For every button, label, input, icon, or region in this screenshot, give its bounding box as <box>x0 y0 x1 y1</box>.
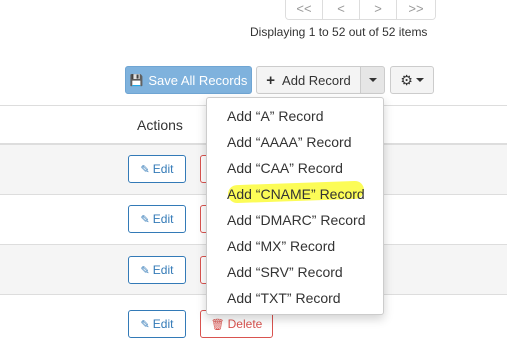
plus-icon: + <box>266 71 276 89</box>
pencil-icon: ✎ <box>140 213 150 226</box>
caret-down-icon <box>368 78 377 82</box>
trash-icon: 🗑 <box>210 318 225 331</box>
dns-zone-editor: << < > >> Displaying 1 to 52 out of 52 i… <box>0 0 507 345</box>
add-record-menu <box>206 97 384 315</box>
gear-icon: ⚙ <box>400 71 413 88</box>
pencil-icon: ✎ <box>140 163 150 176</box>
pencil-icon: ✎ <box>140 264 150 277</box>
edit-button[interactable]: ✎ Edit <box>128 155 186 183</box>
menu-item-add-mx-record[interactable]: Add “MX” Record <box>227 238 335 254</box>
add-record-label: Add Record <box>282 72 351 88</box>
save-all-records-button[interactable]: 💾 Save All Records <box>125 66 252 94</box>
add-record-button[interactable]: + Add Record <box>256 66 361 94</box>
next-page-button[interactable]: > <box>360 0 397 19</box>
menu-item-add-cname-record[interactable]: Add “CNAME” Record <box>227 186 365 202</box>
caret-down-icon <box>415 78 424 82</box>
edit-label: Edit <box>152 317 174 331</box>
display-info: Displaying 1 to 52 out of 52 items <box>250 25 428 39</box>
settings-dropdown-button[interactable]: ⚙ <box>390 66 434 94</box>
menu-item-add-aaaa-record[interactable]: Add “AAAA” Record <box>227 134 352 150</box>
edit-button[interactable]: ✎ Edit <box>128 205 186 233</box>
menu-item-add-txt-record[interactable]: Add “TXT” Record <box>227 290 341 306</box>
menu-item-add-dmarc-record[interactable]: Add “DMARC” Record <box>227 212 365 228</box>
edit-button[interactable]: ✎ Edit <box>128 310 186 338</box>
save-all-records-label: Save All Records <box>148 72 248 88</box>
edit-label: Edit <box>152 263 174 277</box>
prev-page-button[interactable]: < <box>323 0 360 19</box>
edit-button[interactable]: ✎ Edit <box>128 256 186 284</box>
add-record-dropdown-toggle[interactable] <box>360 66 385 94</box>
menu-item-add-srv-record[interactable]: Add “SRV” Record <box>227 264 343 280</box>
menu-item-add-caa-record[interactable]: Add “CAA” Record <box>227 160 343 176</box>
actions-column-header: Actions <box>137 117 183 133</box>
pencil-icon: ✎ <box>140 318 150 331</box>
edit-label: Edit <box>152 162 174 176</box>
edit-label: Edit <box>152 212 174 226</box>
menu-item-add-a-record[interactable]: Add “A” Record <box>227 108 323 124</box>
pagination: << < > >> <box>285 0 436 20</box>
save-icon: 💾 <box>129 74 144 87</box>
last-page-button[interactable]: >> <box>397 0 435 19</box>
first-page-button[interactable]: << <box>286 0 323 19</box>
delete-label: Delete <box>227 317 263 331</box>
